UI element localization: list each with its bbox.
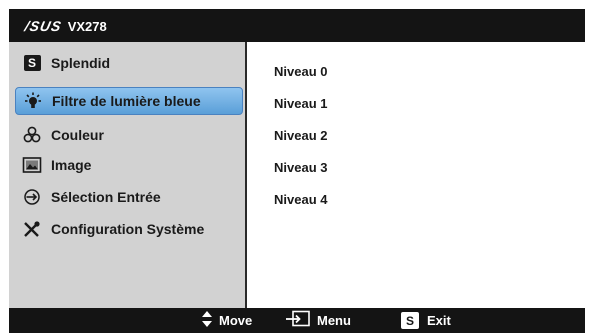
option-niveau-1[interactable]: Niveau 1 [274,96,327,111]
model-name: VX278 [67,18,107,34]
sidebar-item-color[interactable]: Couleur [15,122,243,148]
sidebar-item-system-setup[interactable]: Configuration Système [15,216,243,242]
asus-logo: /SUS [23,17,64,34]
system-setup-icon [21,220,43,238]
title-bar: /SUS VX278 [9,9,585,42]
sidebar-item-input-select[interactable]: Sélection Entrée [15,184,243,210]
osd-menu: /SUS VX278 S Splendid Filtre de lumière … [9,9,585,333]
move-hint: Move [201,308,252,333]
brand: /SUS VX278 [23,17,107,34]
menu-label: Menu [317,313,351,328]
option-niveau-2[interactable]: Niveau 2 [274,128,327,143]
footer-bar: Move Menu S Exit [9,308,585,333]
exit-s-key-icon: S [401,312,419,329]
option-niveau-4[interactable]: Niveau 4 [274,192,327,207]
image-icon [21,156,43,174]
exit-label: Exit [427,313,451,328]
sidebar-item-label: Image [51,157,92,173]
sidebar: S Splendid Filtre de lumière bleue Coule… [9,42,247,308]
splendid-s-icon: S [21,54,43,72]
sidebar-item-bluelight-filter[interactable]: Filtre de lumière bleue [15,87,243,115]
input-select-icon [21,188,43,206]
sidebar-item-label: Splendid [51,55,111,71]
options-panel: Niveau 0 Niveau 1 Niveau 2 Niveau 3 Nive… [247,42,585,308]
sidebar-item-label: Filtre de lumière bleue [52,93,201,109]
option-niveau-0[interactable]: Niveau 0 [274,64,327,79]
bluelight-filter-icon [22,92,44,110]
color-icon [21,126,43,144]
menu-hint: Menu [285,308,351,333]
sidebar-item-splendid[interactable]: S Splendid [15,50,243,76]
option-niveau-3[interactable]: Niveau 3 [274,160,327,175]
sidebar-item-label: Couleur [51,127,104,143]
move-label: Move [219,313,253,328]
exit-hint: S Exit [401,308,451,333]
sidebar-item-image[interactable]: Image [15,152,243,178]
up-down-arrow-icon [201,310,219,331]
menu-enter-icon [285,310,317,331]
sidebar-item-label: Sélection Entrée [51,189,161,205]
sidebar-item-label: Configuration Système [51,221,205,237]
